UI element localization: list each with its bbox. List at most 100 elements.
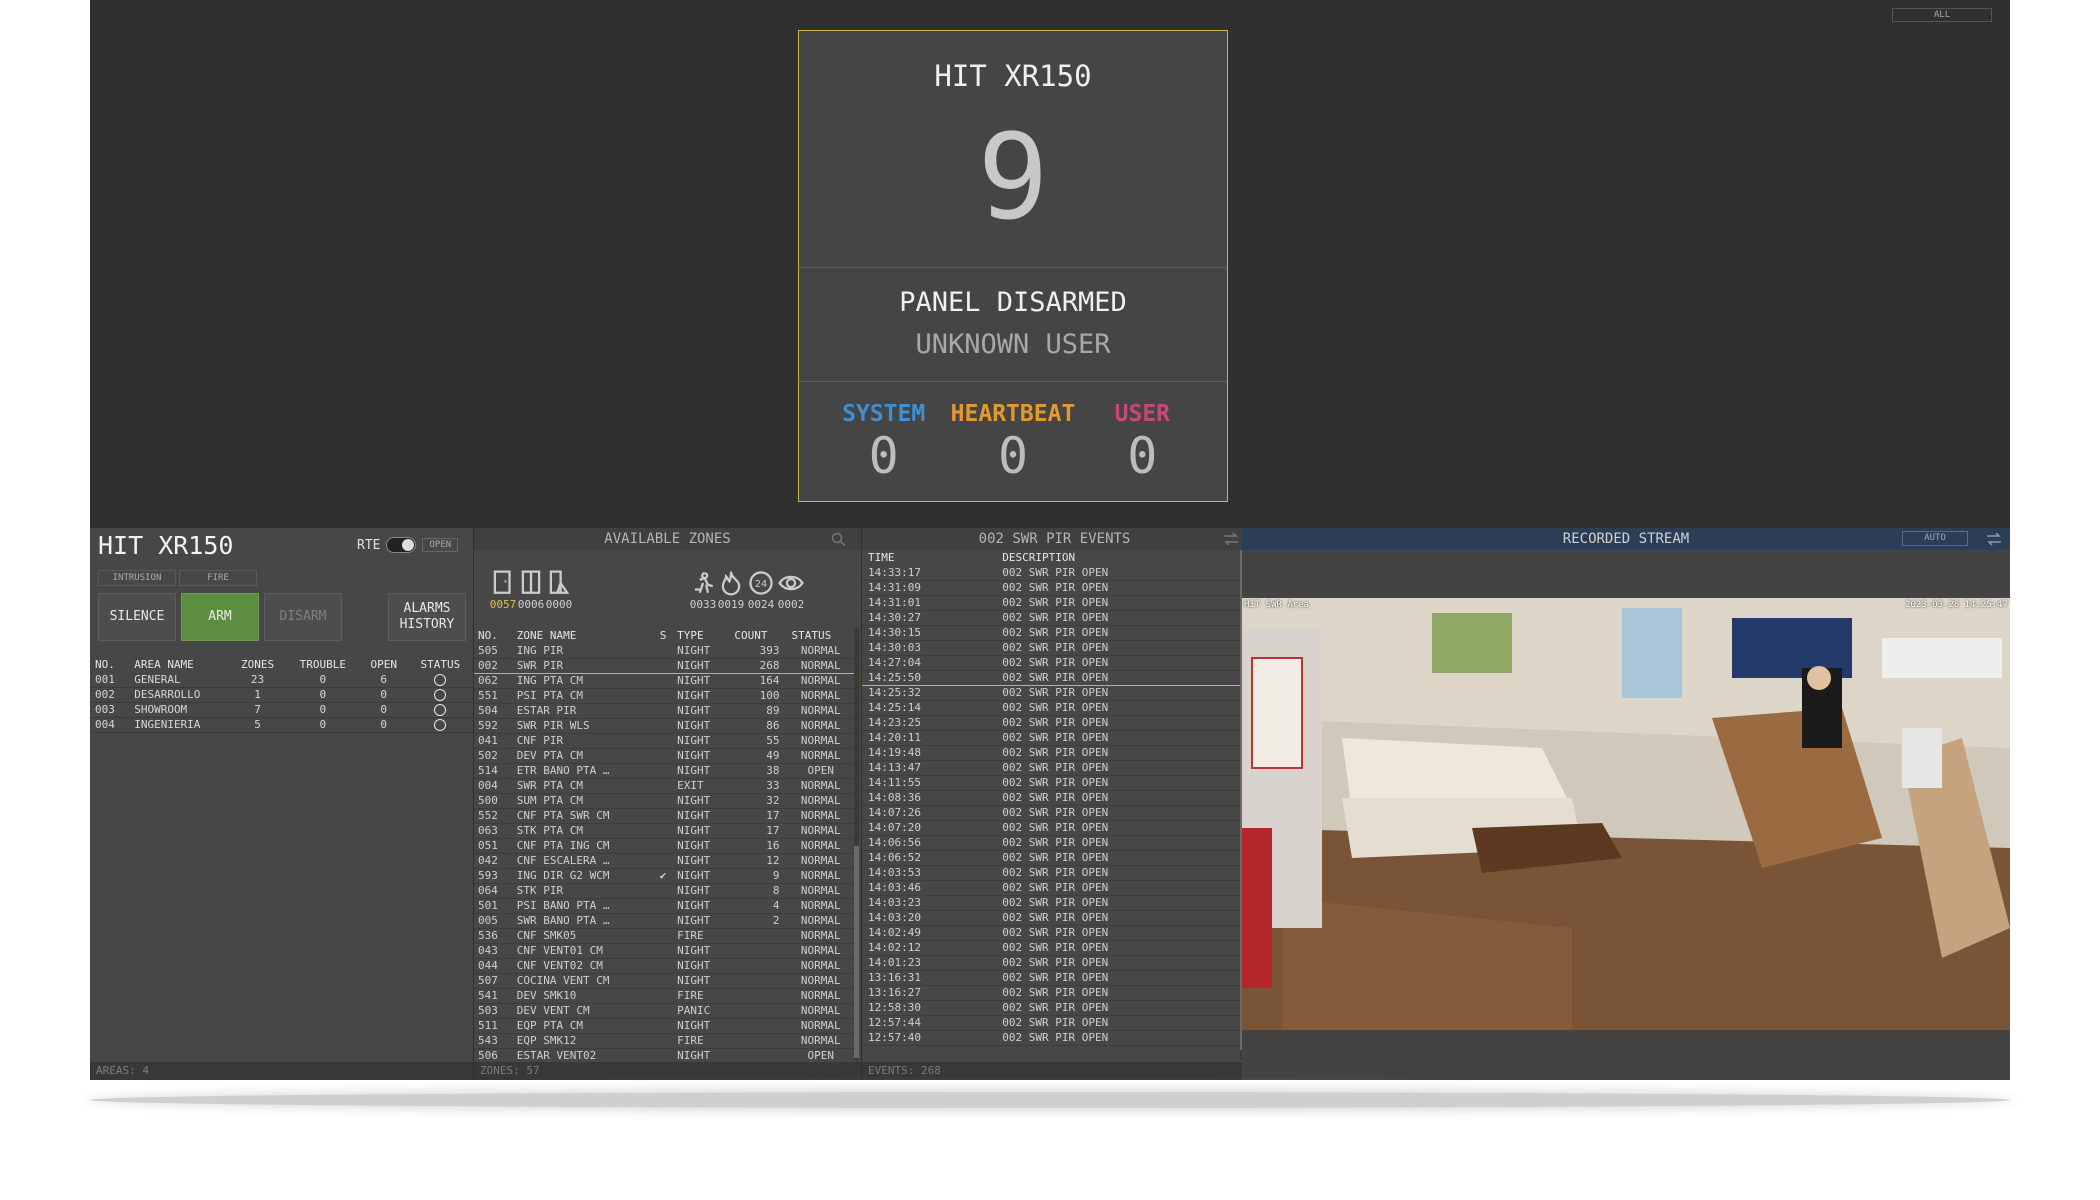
rte-toggle[interactable] bbox=[386, 537, 417, 553]
zone-row[interactable]: 503 DEV VENT CM PANIC NORMAL bbox=[474, 1003, 854, 1019]
search-icon[interactable] bbox=[831, 532, 847, 546]
zone-row[interactable]: 536 CNF SMK05 FIRE NORMAL bbox=[474, 928, 854, 944]
all-button[interactable]: ALL bbox=[1892, 8, 1992, 22]
event-row[interactable]: 14:01:23 002 SWR PIR OPEN bbox=[862, 955, 1240, 971]
status-ring-icon bbox=[434, 689, 447, 701]
panel-state: PANEL DISARMED bbox=[899, 287, 1127, 318]
event-row[interactable]: 14:02:49 002 SWR PIR OPEN bbox=[862, 925, 1240, 941]
event-cell: 002 SWR PIR OPEN bbox=[996, 640, 1240, 656]
column-header: STATUS bbox=[791, 629, 832, 642]
open-button[interactable]: OPEN bbox=[422, 538, 459, 552]
zone-row[interactable]: 514 ETR BANO PTA … NIGHT 38 OPEN bbox=[474, 763, 854, 779]
event-row[interactable]: 14:19:48 002 SWR PIR OPEN bbox=[862, 745, 1240, 761]
zone-row[interactable]: 063 STK PTA CM NIGHT 17 NORMAL bbox=[474, 823, 854, 839]
zone-cell bbox=[652, 808, 674, 824]
event-cell: 002 SWR PIR OPEN bbox=[996, 955, 1240, 971]
event-row[interactable]: 14:30:03 002 SWR PIR OPEN bbox=[862, 640, 1240, 656]
zone-row[interactable]: 551 PSI PTA CM NIGHT 100 NORMAL bbox=[474, 688, 854, 704]
zone-row[interactable]: 506 ESTAR VENT02 NIGHT OPEN bbox=[474, 1048, 854, 1064]
zone-row[interactable]: 005 SWR BANO PTA … NIGHT 2 NORMAL bbox=[474, 913, 854, 929]
event-row[interactable]: 14:25:14 002 SWR PIR OPEN bbox=[862, 700, 1240, 716]
swap-icon[interactable] bbox=[1986, 532, 2002, 546]
event-row[interactable]: 14:02:12 002 SWR PIR OPEN bbox=[862, 940, 1240, 956]
zone-row[interactable]: 500 SUM PTA CM NIGHT 32 NORMAL bbox=[474, 793, 854, 809]
zone-row[interactable]: 051 CNF PTA ING CM NIGHT 16 NORMAL bbox=[474, 838, 854, 854]
zone-row[interactable]: 041 CNF PIR NIGHT 55 NORMAL bbox=[474, 733, 854, 749]
zone-row[interactable]: 552 CNF PTA SWR CM NIGHT 17 NORMAL bbox=[474, 808, 854, 824]
zone-filter-fire[interactable]: 0019 bbox=[714, 570, 748, 611]
area-row[interactable]: 002 DESARROLLO 1 0 0 bbox=[90, 687, 473, 703]
tab-intrusion[interactable]: INTRUSION bbox=[98, 570, 176, 586]
zone-row[interactable]: 504 ESTAR PIR NIGHT 89 NORMAL bbox=[474, 703, 854, 719]
event-row[interactable]: 14:23:25 002 SWR PIR OPEN bbox=[862, 715, 1240, 731]
event-row[interactable]: 14:33:17 002 SWR PIR OPEN bbox=[862, 565, 1240, 581]
zone-row[interactable]: 043 CNF VENT01 CM NIGHT NORMAL bbox=[474, 943, 854, 959]
event-row[interactable]: 14:20:11 002 SWR PIR OPEN bbox=[862, 730, 1240, 746]
zone-cell bbox=[652, 763, 674, 779]
zone-row[interactable]: 593 ING DIR G2 WCM ✔ NIGHT 9 NORMAL bbox=[474, 868, 854, 884]
event-row[interactable]: 14:07:26 002 SWR PIR OPEN bbox=[862, 805, 1240, 821]
event-row[interactable]: 14:06:52 002 SWR PIR OPEN bbox=[862, 850, 1240, 866]
event-row[interactable]: 14:25:50 002 SWR PIR OPEN bbox=[862, 669, 1240, 686]
scroll-thumb[interactable] bbox=[854, 846, 859, 1058]
event-row[interactable]: 13:16:31 002 SWR PIR OPEN bbox=[862, 970, 1240, 986]
zone-row[interactable]: 501 PSI BANO PTA … NIGHT 4 NORMAL bbox=[474, 898, 854, 914]
silence-button[interactable]: SILENCE bbox=[98, 593, 176, 641]
event-row[interactable]: 14:03:46 002 SWR PIR OPEN bbox=[862, 880, 1240, 896]
zone-row[interactable]: 541 DEV SMK10 FIRE NORMAL bbox=[474, 988, 854, 1004]
event-cell: 12:58:30 bbox=[862, 1000, 997, 1016]
event-row[interactable]: 14:25:32 002 SWR PIR OPEN bbox=[862, 685, 1240, 701]
event-row[interactable]: 14:03:53 002 SWR PIR OPEN bbox=[862, 865, 1240, 881]
event-row[interactable]: 14:06:56 002 SWR PIR OPEN bbox=[862, 835, 1240, 851]
event-row[interactable]: 12:57:44 002 SWR PIR OPEN bbox=[862, 1015, 1240, 1031]
event-row[interactable]: 14:11:55 002 SWR PIR OPEN bbox=[862, 775, 1240, 791]
event-row[interactable]: 14:30:27 002 SWR PIR OPEN bbox=[862, 610, 1240, 626]
area-row[interactable]: 004 INGENIERIA 5 0 0 bbox=[90, 717, 473, 733]
area-cell: 0 bbox=[359, 717, 408, 733]
arm-button[interactable]: ARM bbox=[181, 593, 259, 641]
zone-filter-glass-break[interactable]: 0000 bbox=[542, 570, 576, 611]
zone-cell: 042 bbox=[474, 853, 513, 869]
auto-button[interactable]: AUTO bbox=[1902, 531, 1968, 546]
zone-type-filters: 0057 0006 0000 0033 0019 24 0024 0002 bbox=[474, 570, 861, 611]
event-row[interactable]: 13:16:27 002 SWR PIR OPEN bbox=[862, 985, 1240, 1001]
event-row[interactable]: 14:27:04 002 SWR PIR OPEN bbox=[862, 655, 1240, 671]
disarm-button[interactable]: DISARM bbox=[264, 593, 342, 641]
zone-row[interactable]: 543 EQP SMK12 FIRE NORMAL bbox=[474, 1033, 854, 1049]
zone-row[interactable]: 062 ING PTA CM NIGHT 164 NORMAL bbox=[474, 673, 854, 689]
event-row[interactable]: 14:31:09 002 SWR PIR OPEN bbox=[862, 580, 1240, 596]
alarms-history-button[interactable]: ALARMS HISTORY bbox=[388, 593, 466, 641]
event-row[interactable]: 14:31:01 002 SWR PIR OPEN bbox=[862, 595, 1240, 611]
event-row[interactable]: 12:58:30 002 SWR PIR OPEN bbox=[862, 1000, 1240, 1016]
event-row[interactable]: 14:13:47 002 SWR PIR OPEN bbox=[862, 760, 1240, 776]
zone-filter-eye[interactable]: 0002 bbox=[774, 570, 808, 611]
zone-row[interactable]: 502 DEV PTA CM NIGHT 49 NORMAL bbox=[474, 748, 854, 764]
camera-video[interactable]: HIT SWR Area 2023-03-28 14:25:47 bbox=[1242, 598, 2010, 1030]
event-row[interactable]: 14:03:23 002 SWR PIR OPEN bbox=[862, 895, 1240, 911]
area-cell: 5 bbox=[229, 717, 286, 733]
zone-row[interactable]: 042 CNF ESCALERA … NIGHT 12 NORMAL bbox=[474, 853, 854, 869]
zone-row[interactable]: 511 EQP PTA CM NIGHT NORMAL bbox=[474, 1018, 854, 1034]
area-cell: 0 bbox=[359, 702, 408, 718]
zone-row[interactable]: 044 CNF VENT02 CM NIGHT NORMAL bbox=[474, 958, 854, 974]
zone-row[interactable]: 002 SWR PIR NIGHT 268 NORMAL bbox=[474, 657, 854, 674]
zone-row[interactable]: 592 SWR PIR WLS NIGHT 86 NORMAL bbox=[474, 718, 854, 734]
tab-fire[interactable]: FIRE bbox=[179, 570, 257, 586]
zone-row[interactable]: 505 ING PIR NIGHT 393 NORMAL bbox=[474, 643, 854, 659]
event-row[interactable]: 12:57:40 002 SWR PIR OPEN bbox=[862, 1030, 1240, 1046]
swap-icon[interactable] bbox=[1223, 532, 1239, 546]
zone-cell: NORMAL bbox=[787, 868, 854, 884]
area-row[interactable]: 003 SHOWROOM 7 0 0 bbox=[90, 702, 473, 718]
event-row[interactable]: 14:30:15 002 SWR PIR OPEN bbox=[862, 625, 1240, 641]
event-cell: 002 SWR PIR OPEN bbox=[996, 880, 1240, 896]
zone-row[interactable]: 064 STK PIR NIGHT 8 NORMAL bbox=[474, 883, 854, 899]
zone-row[interactable]: 507 COCINA VENT CM NIGHT NORMAL bbox=[474, 973, 854, 989]
event-row[interactable]: 14:08:36 002 SWR PIR OPEN bbox=[862, 790, 1240, 806]
event-row[interactable]: 14:07:20 002 SWR PIR OPEN bbox=[862, 820, 1240, 836]
event-row[interactable]: 14:03:20 002 SWR PIR OPEN bbox=[862, 910, 1240, 926]
zones-scrollbar[interactable] bbox=[854, 628, 859, 1060]
area-row[interactable]: 001 GENERAL 23 0 6 bbox=[90, 672, 473, 688]
zone-filter-24h[interactable]: 24 0024 bbox=[744, 570, 778, 611]
zone-row[interactable]: 004 SWR PTA CM EXIT 33 NORMAL bbox=[474, 778, 854, 794]
event-cell: 002 SWR PIR OPEN bbox=[996, 910, 1240, 926]
